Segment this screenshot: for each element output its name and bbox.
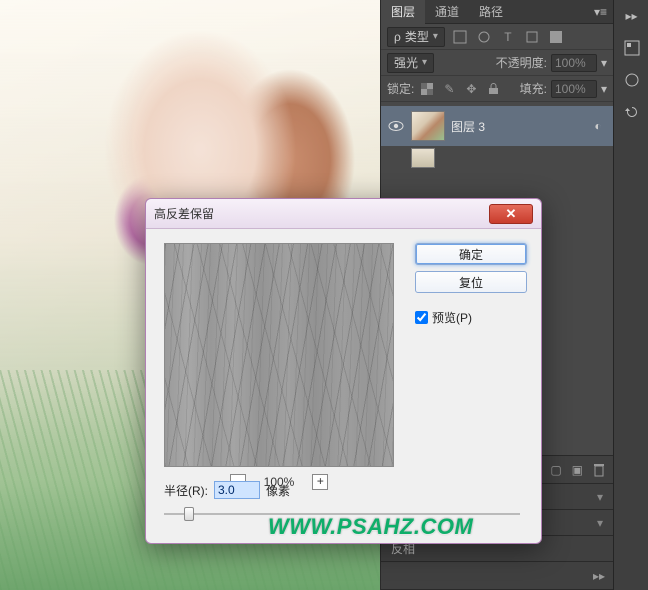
- dialog-title: 高反差保留: [154, 205, 214, 222]
- chevron-down-icon[interactable]: ▾: [601, 56, 607, 70]
- watermark-text: WWW.PSAHZ.COM: [268, 514, 473, 540]
- filter-preview[interactable]: [164, 243, 394, 467]
- blend-mode-select[interactable]: 强光▾: [387, 53, 434, 73]
- close-button[interactable]: ✕: [489, 204, 533, 224]
- radius-row: 半径(R): 像素: [164, 481, 290, 499]
- slider-thumb[interactable]: [184, 507, 194, 521]
- tab-channels[interactable]: 通道: [425, 0, 469, 24]
- filter-pixel-icon[interactable]: [451, 28, 469, 46]
- lock-all-icon[interactable]: [484, 80, 502, 98]
- rail-collapse-icon[interactable]: ▸▸: [614, 0, 648, 32]
- filter-smart-icon[interactable]: [547, 28, 565, 46]
- panel-footer-2: ▸▸: [381, 562, 613, 590]
- preview-checkbox[interactable]: [415, 311, 428, 324]
- zoom-in-button[interactable]: +: [312, 474, 328, 490]
- opacity-label: 不透明度:: [496, 54, 547, 71]
- radius-input[interactable]: [214, 481, 260, 499]
- chevron-down-icon: ▾: [433, 31, 438, 42]
- layer-list: 图层 3 ◐: [381, 102, 613, 172]
- preview-checkbox-row[interactable]: 预览(P): [415, 309, 527, 326]
- filter-adjust-icon[interactable]: [475, 28, 493, 46]
- layer-name[interactable]: 图层 3: [451, 118, 485, 135]
- filter-type-icon[interactable]: T: [499, 28, 517, 46]
- layer-fx-icon[interactable]: ◐: [589, 119, 607, 133]
- visibility-eye-icon[interactable]: [387, 117, 405, 135]
- lock-move-icon[interactable]: ✥: [462, 80, 480, 98]
- filter-row: ρ类型▾ T: [381, 24, 613, 50]
- opacity-field[interactable]: 100%: [551, 54, 597, 72]
- tool-rail: ▸▸: [613, 0, 648, 590]
- filter-shape-icon[interactable]: [523, 28, 541, 46]
- fill-label: 填充:: [520, 80, 547, 97]
- high-pass-dialog: 高反差保留 ✕ - 100% + 确定 复位 预览(P) 半径(R): 像素: [145, 198, 542, 544]
- swatches-icon[interactable]: [614, 32, 648, 64]
- lock-row: 锁定: ✎ ✥ 填充: 100% ▾: [381, 76, 613, 102]
- trash-icon[interactable]: [593, 463, 605, 477]
- layer-thumbnail[interactable]: [411, 111, 445, 141]
- history-icon[interactable]: [614, 96, 648, 128]
- ok-button[interactable]: 确定: [415, 243, 527, 265]
- preview-checkbox-label: 预览(P): [432, 309, 472, 326]
- layer-row[interactable]: 图层 3 ◐: [381, 106, 613, 146]
- collapse-icon[interactable]: ▸▸: [593, 569, 605, 583]
- folder-icon[interactable]: ▢: [550, 463, 561, 477]
- lock-transparent-icon[interactable]: [418, 80, 436, 98]
- chevron-down-icon: ▾: [422, 57, 427, 68]
- panel-menu-icon[interactable]: ▾≡: [588, 5, 613, 19]
- layer-thumbnail-partial: [411, 148, 435, 168]
- tab-layers[interactable]: 图层: [381, 0, 425, 24]
- lock-brush-icon[interactable]: ✎: [440, 80, 458, 98]
- blend-row: 强光▾ 不透明度: 100% ▾: [381, 50, 613, 76]
- dialog-titlebar[interactable]: 高反差保留 ✕: [146, 199, 541, 229]
- radius-unit: 像素: [266, 482, 290, 499]
- panel-tab-bar: 图层 通道 路径 ▾≡: [381, 0, 613, 24]
- fill-field[interactable]: 100%: [551, 80, 597, 98]
- kind-filter[interactable]: ρ类型▾: [387, 27, 445, 47]
- reset-button[interactable]: 复位: [415, 271, 527, 293]
- lock-label: 锁定:: [387, 80, 414, 97]
- new-layer-icon[interactable]: ▣: [572, 463, 583, 477]
- radius-label: 半径(R):: [164, 482, 208, 499]
- adjust-icon[interactable]: [614, 64, 648, 96]
- tab-paths[interactable]: 路径: [469, 0, 513, 24]
- chevron-down-icon[interactable]: ▾: [601, 82, 607, 96]
